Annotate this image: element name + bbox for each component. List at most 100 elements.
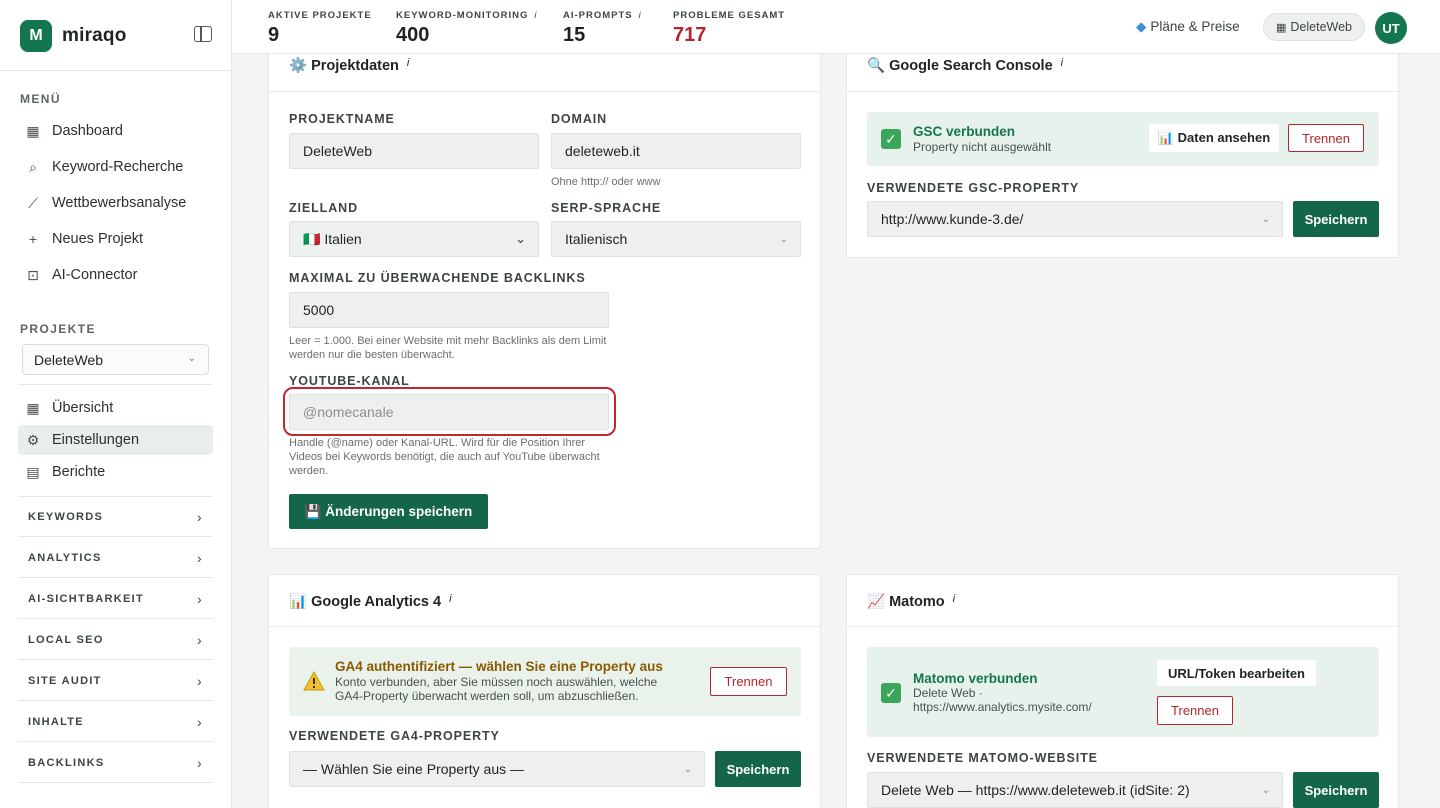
- projektdaten-card: ⚙️ Projektdaten i PROJEKTNAME DeleteWeb D…: [268, 40, 821, 549]
- nav-item-label: AI-Connector: [52, 267, 138, 283]
- sidebar-group-keywords[interactable]: KEYWORDS ›: [18, 497, 213, 537]
- nav-item-uebersicht[interactable]: ▦ Übersicht: [18, 393, 213, 423]
- nav-item-neues-projekt[interactable]: + Neues Projekt: [18, 224, 213, 254]
- sidebar: M miraqo MENÜ ▦ Dashboard ⌕ Keyword-Rech…: [0, 0, 232, 808]
- matomo-card: 📈 Matomo i ✓ Matomo verbunden Delete Web …: [846, 574, 1399, 808]
- sidebar-divider: [18, 384, 213, 385]
- nav-item-dashboard[interactable]: ▦ Dashboard: [18, 116, 213, 146]
- gsc-status-sub: Property nicht ausgewählt: [913, 140, 1052, 154]
- brand[interactable]: M miraqo: [20, 20, 127, 52]
- grid-icon: ▦: [26, 122, 40, 139]
- stat-label: KEYWORD-MONITORING i: [396, 10, 537, 21]
- nav-item-label: Berichte: [52, 464, 106, 480]
- info-icon[interactable]: i: [449, 593, 451, 605]
- gsc-disconnect-button[interactable]: Trennen: [1288, 124, 1364, 152]
- matomo-status-title: Matomo verbunden: [913, 671, 1038, 686]
- gsc-status-title: GSC verbunden: [913, 124, 1016, 139]
- project-select[interactable]: DeleteWeb ⌄: [22, 344, 209, 375]
- matomo-disconnect-button[interactable]: Trennen: [1157, 696, 1233, 725]
- sidebar-group-local-seo[interactable]: LOCAL SEO ›: [18, 620, 213, 660]
- sidebar-toggle-icon[interactable]: [194, 26, 212, 42]
- matomo-website-select[interactable]: Delete Web — https://www.deleteweb.it (i…: [867, 772, 1283, 808]
- robot-icon: ⊡: [27, 266, 39, 283]
- card-title-text: 📈 Matomo: [867, 594, 945, 610]
- ga4-save-button[interactable]: Speichern: [715, 751, 801, 787]
- gsc-save-button[interactable]: Speichern: [1293, 201, 1379, 237]
- stat-label-text: KEYWORD-MONITORING: [396, 10, 529, 21]
- logo-icon: M: [20, 20, 52, 52]
- group-label: LOCAL SEO: [28, 633, 104, 646]
- nav-item-label: Wettbewerbsanalyse: [52, 195, 187, 211]
- group-label: ANALYTICS: [28, 551, 102, 564]
- chevron-right-icon: ›: [197, 549, 203, 566]
- sidebar-group-inhalte[interactable]: INHALTE ›: [18, 702, 213, 742]
- project-select-value: DeleteWeb: [34, 351, 104, 368]
- info-icon[interactable]: i: [534, 10, 537, 21]
- edit-url-token-button[interactable]: URL/Token bearbeiten: [1157, 660, 1316, 686]
- ga4-property-value: — Wählen Sie eine Property aus —: [303, 761, 524, 777]
- gsc-property-select[interactable]: http://www.kunde-3.de/ ⌄: [867, 201, 1283, 237]
- info-icon[interactable]: i: [1061, 57, 1063, 69]
- nav-item-ai-connector[interactable]: ⊡ AI-Connector: [18, 260, 213, 290]
- nav-item-label: Einstellungen: [52, 432, 140, 448]
- matomo-save-button[interactable]: Speichern: [1293, 772, 1379, 808]
- ga4-status-title: GA4 authentifiziert — wählen Sie eine Pr…: [335, 659, 663, 674]
- ga4-disconnect-button[interactable]: Trennen: [710, 667, 787, 696]
- stat-ai-prompts: AI-PROMPTS i 15: [563, 10, 642, 47]
- gear-icon: ⚙: [26, 431, 40, 448]
- chevron-down-icon: ⌄: [187, 353, 196, 364]
- view-data-button[interactable]: 📊 Daten ansehen: [1149, 124, 1279, 152]
- highlight-annotation: [283, 387, 616, 436]
- plans-link[interactable]: ◆ Pläne & Preise: [1136, 19, 1240, 35]
- group-label: AI-SICHTBARKEIT: [28, 592, 145, 605]
- brand-name: miraqo: [62, 25, 127, 46]
- serp-sprache-label: SERP-SPRACHE: [551, 201, 662, 215]
- project-chip-label: DeleteWeb: [1290, 20, 1352, 34]
- check-icon: ✓: [881, 129, 901, 149]
- domain-label: DOMAIN: [551, 112, 608, 126]
- projektname-input[interactable]: DeleteWeb: [289, 133, 539, 169]
- stat-label: AKTIVE PROJEKTE: [268, 10, 372, 21]
- chevron-right-icon: ›: [197, 754, 203, 771]
- avatar[interactable]: UT: [1375, 12, 1407, 44]
- domain-input[interactable]: deleteweb.it: [551, 133, 801, 169]
- ga4-status-sub: Konto verbunden, aber Sie müssen noch au…: [335, 675, 658, 703]
- zielland-value: 🇮🇹 Italien: [303, 230, 362, 247]
- card-title-text: 🔍 Google Search Console: [867, 58, 1053, 74]
- stat-value: 400: [396, 24, 430, 46]
- sidebar-group-analytics[interactable]: ANALYTICS ›: [18, 538, 213, 578]
- sidebar-group-backlinks[interactable]: BACKLINKS ›: [18, 743, 213, 783]
- serp-sprache-select[interactable]: Italienisch ⌄: [551, 221, 801, 257]
- stat-value: 15: [563, 24, 586, 46]
- gsc-card: 🔍 Google Search Console i ✓ GSC verbunden…: [846, 40, 1399, 258]
- matomo-website-value: Delete Web — https://www.deleteweb.it (i…: [881, 782, 1190, 798]
- ga4-property-select[interactable]: — Wählen Sie eine Property aus — ⌄: [289, 751, 705, 787]
- card-title: 📊 Google Analytics 4 i: [289, 593, 452, 610]
- zielland-select[interactable]: 🇮🇹 Italien ⌄: [289, 221, 539, 257]
- stat-aktive-projekte: AKTIVE PROJEKTE 9: [268, 10, 372, 47]
- info-icon[interactable]: i: [953, 593, 955, 605]
- nav-item-berichte[interactable]: ▤ Berichte: [18, 457, 213, 487]
- chevron-down-icon: ⌄: [779, 233, 788, 245]
- stat-probleme-gesamt: PROBLEME GESAMT 717: [673, 10, 785, 47]
- info-icon[interactable]: i: [639, 10, 642, 21]
- matomo-status-sub: Delete Web · https://www.analytics.mysit…: [913, 686, 1092, 714]
- nav-item-einstellungen[interactable]: ⚙ Einstellungen: [18, 425, 213, 455]
- save-changes-button[interactable]: 💾 Änderungen speichern: [289, 494, 488, 529]
- backlinks-input[interactable]: 5000: [289, 292, 609, 328]
- sidebar-divider: [0, 70, 231, 71]
- nav-item-label: Keyword-Recherche: [52, 159, 184, 175]
- stat-keyword-monitoring: KEYWORD-MONITORING i 400: [396, 10, 537, 47]
- project-chip[interactable]: ▦ DeleteWeb: [1263, 13, 1365, 41]
- nav-item-label: Dashboard: [52, 123, 123, 139]
- nav-item-keyword-recherche[interactable]: ⌕ Keyword-Recherche: [18, 152, 213, 182]
- nav-item-wettbewerbsanalyse[interactable]: ⟋ Wettbewerbsanalyse: [18, 188, 213, 218]
- sidebar-group-site-audit[interactable]: SITE AUDIT ›: [18, 661, 213, 701]
- diamond-icon: ◆: [1136, 19, 1147, 34]
- sidebar-group-ai-sichtbarkeit[interactable]: AI-SICHTBARKEIT ›: [18, 579, 213, 619]
- group-label: BACKLINKS: [28, 756, 105, 769]
- stat-value: 717: [673, 24, 707, 46]
- gsc-status-box: ✓ GSC verbunden Property nicht ausgewähl…: [867, 112, 1379, 166]
- card-title: 🔍 Google Search Console i: [867, 57, 1063, 74]
- info-icon[interactable]: i: [407, 57, 409, 69]
